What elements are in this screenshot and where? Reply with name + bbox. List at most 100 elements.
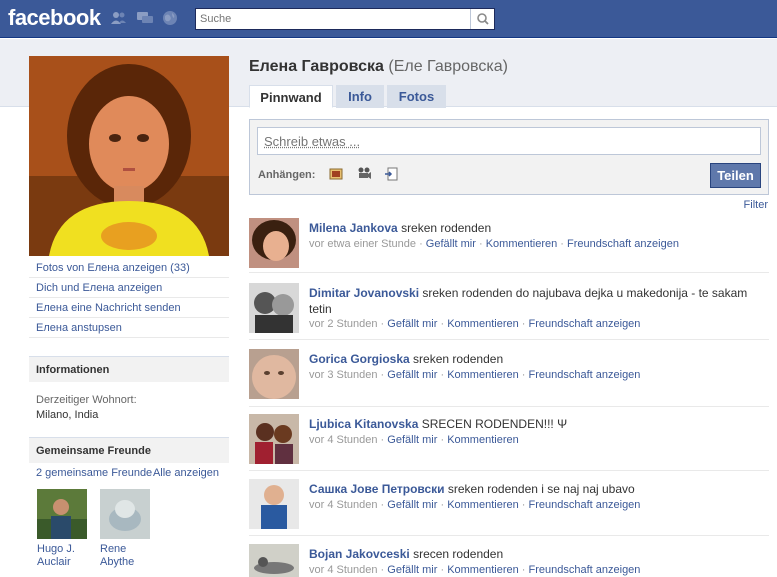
post-meta: vor 4 Stunden · Gefällt mir · Kommentier… <box>309 434 519 446</box>
post-author-link[interactable]: Dimitar Jovanovski <box>309 286 419 300</box>
comment-link[interactable]: Kommentieren <box>447 434 519 446</box>
post-meta: vor 3 Stunden · Gefällt mir · Kommentier… <box>309 369 641 381</box>
post-meta: vor 4 Stunden · Gefällt mir · Kommentier… <box>309 564 641 576</box>
comment-link[interactable]: Kommentieren <box>447 369 519 381</box>
view-friendship-link[interactable]: Freundschaft anzeigen <box>529 499 641 511</box>
post-message: SRECEN RODENDEN!!! Ψ <box>421 417 568 431</box>
post-message: srecen rodenden <box>413 547 504 561</box>
friend-item[interactable]: Hugo J. Auclair <box>37 489 97 569</box>
post-timestamp[interactable]: vor 4 Stunden <box>309 434 378 446</box>
tab-info[interactable]: Info <box>336 85 384 108</box>
comment-link[interactable]: Kommentieren <box>447 318 519 330</box>
like-link[interactable]: Gefällt mir <box>387 434 437 446</box>
post-timestamp[interactable]: vor 2 Stunden <box>309 318 378 330</box>
like-link[interactable]: Gefällt mir <box>426 238 476 250</box>
post-message: sreken rodenden <box>401 221 492 235</box>
view-friendship-link[interactable]: Freundschaft anzeigen <box>529 369 641 381</box>
comment-link[interactable]: Kommentieren <box>447 564 519 576</box>
friend-requests-icon[interactable] <box>110 10 128 26</box>
post-author-avatar[interactable] <box>249 479 299 529</box>
composer-field <box>257 127 761 155</box>
friend-name[interactable]: Rene Abythe <box>100 543 160 569</box>
post-author-avatar[interactable] <box>249 544 299 577</box>
mutual-friends-count-link[interactable]: 2 gemeinsame Freunde <box>36 467 152 479</box>
status-composer: Anhängen: Teilen <box>249 119 769 195</box>
post-meta: vor 2 Stunden · Gefällt mir · Kommentier… <box>309 318 641 330</box>
messages-icon[interactable] <box>136 10 154 26</box>
post-divider <box>249 339 769 340</box>
like-link[interactable]: Gefällt mir <box>387 499 437 511</box>
post-message: sreken rodenden <box>413 352 504 366</box>
like-link[interactable]: Gefällt mir <box>387 318 437 330</box>
friend-name[interactable]: Hugo J. Auclair <box>37 543 97 569</box>
profile-alternate-name: (Еле Гавровска) <box>388 58 508 75</box>
post-meta: vor 4 Stunden · Gefällt mir · Kommentier… <box>309 499 641 511</box>
post-author-link[interactable]: Gorica Gorgioska <box>309 352 410 366</box>
post-text: Gorica Gorgioska sreken rodenden <box>309 351 759 367</box>
comment-link[interactable]: Kommentieren <box>447 499 519 511</box>
post-text: Ljubica Kitanovska SRECEN RODENDEN!!! Ψ <box>309 416 759 432</box>
profile-picture[interactable] <box>29 56 229 256</box>
post-text: Milena Jankova sreken rodenden <box>309 220 759 236</box>
post-text: Сашка Јове Петровски sreken rodenden i s… <box>309 481 759 497</box>
view-friendship-link[interactable]: Freundschaft anzeigen <box>529 318 641 330</box>
profile-links: Fotos von Елена anzeigen (33) Dich und Е… <box>29 258 229 338</box>
mutual-friends-box: Gemeinsame Freunde 2 gemeinsame Freunde … <box>29 437 229 568</box>
post-author-avatar[interactable] <box>249 283 299 333</box>
composer-input[interactable] <box>258 128 760 154</box>
view-friendship-link[interactable]: Freundschaft anzeigen <box>529 564 641 576</box>
post-timestamp[interactable]: vor 4 Stunden <box>309 499 378 511</box>
profile-name: Елена Гавровска (Еле Гавровска) <box>249 58 508 76</box>
view-friendship-link[interactable]: Dich und Елена anzeigen <box>29 278 229 298</box>
post-text: Dimitar Jovanovski sreken rodenden do na… <box>309 285 759 317</box>
filter-link[interactable]: Filter <box>744 199 768 211</box>
search-button[interactable] <box>470 9 494 29</box>
see-all-friends-link[interactable]: Alle anzeigen <box>153 463 219 483</box>
view-photos-link[interactable]: Fotos von Елена anzeigen (33) <box>29 258 229 278</box>
search-input[interactable] <box>196 9 466 29</box>
view-friendship-link[interactable]: Freundschaft anzeigen <box>567 238 679 250</box>
post-divider <box>249 535 769 536</box>
post-timestamp[interactable]: vor 4 Stunden <box>309 564 378 576</box>
post-timestamp[interactable]: vor 3 Stunden <box>309 369 378 381</box>
post-author-link[interactable]: Сашка Јове Петровски <box>309 482 445 496</box>
tab-wall[interactable]: Pinnwand <box>249 85 333 108</box>
post-divider <box>249 406 769 407</box>
search-box <box>195 8 495 30</box>
attach-link-icon[interactable] <box>384 166 400 182</box>
share-button[interactable]: Teilen <box>710 163 761 188</box>
information-header: Informationen <box>29 356 229 382</box>
friend-item[interactable]: Rene Abythe <box>100 489 160 569</box>
tab-photos[interactable]: Fotos <box>387 85 446 108</box>
mutual-friends-header: Gemeinsame Freunde <box>29 437 229 463</box>
comment-link[interactable]: Kommentieren <box>486 238 558 250</box>
like-link[interactable]: Gefällt mir <box>387 369 437 381</box>
post-divider <box>249 470 769 471</box>
post-text: Bojan Jakovceski srecen rodenden <box>309 546 759 562</box>
post-message: sreken rodenden i se naj naj ubavo <box>447 482 635 496</box>
attach-photo-icon[interactable] <box>328 166 344 182</box>
attach-label: Anhängen: <box>258 169 316 181</box>
post-author-link[interactable]: Milena Jankova <box>309 221 398 235</box>
send-message-link[interactable]: Елена eine Nachricht senden <box>29 298 229 318</box>
post-author-avatar[interactable] <box>249 218 299 268</box>
friend-avatar[interactable] <box>100 489 150 539</box>
post-author-avatar[interactable] <box>249 414 299 464</box>
post-author-link[interactable]: Ljubica Kitanovska <box>309 417 418 431</box>
notifications-globe-icon[interactable] <box>161 10 179 26</box>
profile-name-text: Елена Гавровска <box>249 58 384 75</box>
post-author-avatar[interactable] <box>249 349 299 399</box>
post-timestamp[interactable]: vor etwa einer Stunde <box>309 238 416 250</box>
post-meta: vor etwa einer Stunde · Gefällt mir · Ko… <box>309 238 679 250</box>
information-box: Informationen Derzeitiger Wohnort: Milan… <box>29 356 229 421</box>
friend-avatar[interactable] <box>37 489 87 539</box>
like-link[interactable]: Gefällt mir <box>387 564 437 576</box>
top-bar: facebook <box>0 0 777 38</box>
attach-video-icon[interactable] <box>356 166 372 182</box>
current-city-value: Milano, India <box>36 409 99 421</box>
facebook-logo[interactable]: facebook <box>8 5 101 31</box>
post-author-link[interactable]: Bojan Jakovceski <box>309 547 410 561</box>
poke-link[interactable]: Елена anstupsen <box>29 318 229 338</box>
post-divider <box>249 272 769 273</box>
current-city-label: Derzeitiger Wohnort: <box>36 394 137 406</box>
